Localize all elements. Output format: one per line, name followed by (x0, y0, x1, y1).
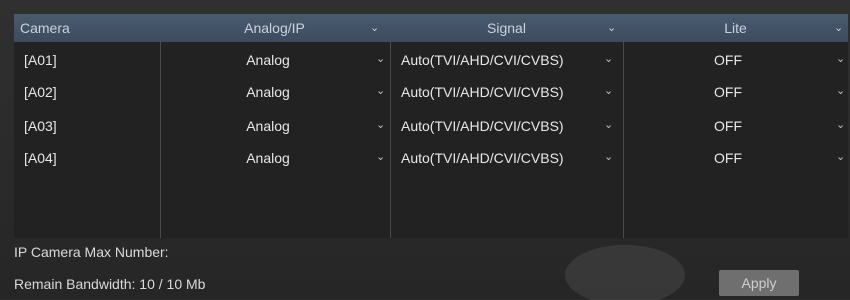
chevron-down-icon[interactable]: ⌄ (604, 52, 613, 65)
table-row[interactable]: [A04] Analog ⌄ Auto(TVI/AHD/CVI/CVBS) ⌄ … (14, 142, 848, 174)
header-lite[interactable]: Lite (623, 14, 848, 42)
lite-select[interactable]: OFF (623, 110, 833, 142)
camera-settings-panel: Camera Analog/IP ⌄ Signal ⌄ Lite ⌄ [A01]… (0, 0, 850, 300)
chevron-down-icon[interactable]: ⌄ (836, 52, 845, 65)
chevron-down-icon[interactable]: ⌄ (604, 118, 613, 131)
analog-ip-select[interactable]: Analog (160, 44, 376, 76)
camera-cell: [A01] (24, 52, 57, 68)
signal-select[interactable]: Auto(TVI/AHD/CVI/CVBS) (401, 110, 564, 142)
chevron-down-icon[interactable]: ⌄ (376, 150, 385, 163)
lite-select[interactable]: OFF (623, 44, 833, 76)
chevron-down-icon[interactable]: ⌄ (836, 84, 845, 97)
chevron-down-icon[interactable]: ⌄ (376, 118, 385, 131)
analog-ip-select[interactable]: Analog (160, 76, 376, 108)
chevron-down-icon[interactable]: ⌄ (604, 84, 613, 97)
table-row[interactable]: [A03] Analog ⌄ Auto(TVI/AHD/CVI/CVBS) ⌄ … (14, 110, 848, 142)
camera-cell: [A03] (24, 118, 57, 134)
header-analog-ip[interactable]: Analog/IP (160, 14, 389, 42)
camera-cell: [A04] (24, 150, 57, 166)
chevron-down-icon[interactable]: ⌄ (370, 21, 379, 34)
chevron-down-icon[interactable]: ⌄ (604, 150, 613, 163)
signal-select[interactable]: Auto(TVI/AHD/CVI/CVBS) (401, 76, 564, 108)
analog-ip-select[interactable]: Analog (160, 142, 376, 174)
signal-select[interactable]: Auto(TVI/AHD/CVI/CVBS) (401, 44, 564, 76)
analog-ip-select[interactable]: Analog (160, 110, 376, 142)
remain-bandwidth: Remain Bandwidth: 10 / 10 Mb (14, 276, 206, 292)
chevron-down-icon[interactable]: ⌄ (834, 21, 843, 34)
chevron-down-icon[interactable]: ⌄ (376, 52, 385, 65)
header-camera: Camera (20, 20, 70, 36)
ip-camera-max-number: IP Camera Max Number: (14, 244, 169, 260)
table-row[interactable]: [A01] Analog ⌄ Auto(TVI/AHD/CVI/CVBS) ⌄ … (14, 44, 848, 76)
chevron-down-icon[interactable]: ⌄ (836, 150, 845, 163)
apply-button[interactable]: Apply (719, 270, 799, 296)
chevron-down-icon[interactable]: ⌄ (376, 84, 385, 97)
header-signal[interactable]: Signal (390, 14, 623, 42)
chevron-down-icon[interactable]: ⌄ (607, 21, 616, 34)
camera-watermark-icon (565, 245, 685, 300)
chevron-down-icon[interactable]: ⌄ (836, 118, 845, 131)
table-row[interactable]: [A02] Analog ⌄ Auto(TVI/AHD/CVI/CVBS) ⌄ … (14, 76, 848, 108)
lite-select[interactable]: OFF (623, 142, 833, 174)
signal-select[interactable]: Auto(TVI/AHD/CVI/CVBS) (401, 142, 564, 174)
table-header: Camera Analog/IP ⌄ Signal ⌄ Lite ⌄ (14, 14, 848, 42)
lite-select[interactable]: OFF (623, 76, 833, 108)
camera-cell: [A02] (24, 84, 57, 100)
